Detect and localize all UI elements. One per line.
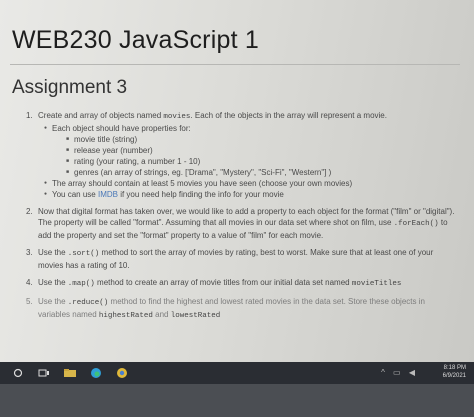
document-screen: WEB230 JavaScript 1 Assignment 3 1. Crea… xyxy=(0,0,474,362)
list-item: You can use IMDB if you need help findin… xyxy=(44,189,456,200)
page-title: WEB230 JavaScript 1 xyxy=(12,26,259,54)
desk-surface xyxy=(0,384,474,417)
code-foreach: .forEach() xyxy=(393,220,439,228)
edge-icon[interactable] xyxy=(88,366,104,380)
list-item: release year (number) xyxy=(66,145,456,156)
clock-time: 8:18 PM xyxy=(443,365,466,371)
list-item: The array should contain at least 5 movi… xyxy=(44,178,456,189)
question-number: 3. xyxy=(26,248,33,257)
code-lowestrated: lowestRated xyxy=(170,312,221,320)
task-view-icon[interactable] xyxy=(36,366,52,380)
question-1: 1. Create and array of objects named mov… xyxy=(26,110,456,200)
code-movietitles: movieTitles xyxy=(351,280,402,288)
clock-date: 6/9/2021 xyxy=(442,373,466,379)
clock[interactable]: 8:18 PM 6/9/2021 xyxy=(443,364,466,380)
assignment-list: 1. Create and array of objects named mov… xyxy=(26,110,456,328)
question-4: 4. Use the .map() method to create an ar… xyxy=(26,277,456,290)
question-number: 4. xyxy=(26,278,33,287)
question-text: Now that digital format has taken over, … xyxy=(38,207,455,240)
list-item: movie title (string) xyxy=(66,134,456,145)
question-number: 2. xyxy=(26,207,33,216)
code-highestrated: highestRated xyxy=(98,312,153,320)
question-text: Use the .sort() method to sort the array… xyxy=(38,248,434,270)
code-sort: .sort() xyxy=(67,250,100,258)
system-tray-icons[interactable]: ^ ▭ ◀ xyxy=(381,368,418,377)
code-reduce: .reduce() xyxy=(67,299,109,307)
title-divider xyxy=(10,64,460,65)
question-number: 5. xyxy=(26,297,33,306)
question-5: 5. Use the .reduce() method to find the … xyxy=(26,296,456,322)
question-2: 2. Now that digital format has taken ove… xyxy=(26,206,456,241)
question-text: Use the .reduce() method to find the hig… xyxy=(38,297,425,320)
list-item: rating (your rating, a number 1 - 10) xyxy=(66,156,456,167)
search-icon[interactable] xyxy=(10,366,26,380)
question-text: Use the .map() method to create an array… xyxy=(38,278,402,288)
imdb-link[interactable]: IMDB xyxy=(98,190,118,199)
taskbar: ^ ▭ ◀ 8:18 PM 6/9/2021 xyxy=(0,362,474,384)
file-explorer-icon[interactable] xyxy=(62,366,78,380)
code-map: .map() xyxy=(67,280,95,288)
list-item: genres (an array of strings, eg. ['Drama… xyxy=(66,167,456,178)
list-item: Each object should have properties for: xyxy=(44,123,456,134)
question-text: Create and array of objects named movies… xyxy=(38,111,387,121)
question-3: 3. Use the .sort() method to sort the ar… xyxy=(26,247,456,271)
code-movies: movies xyxy=(163,113,191,121)
section-heading: Assignment 3 xyxy=(12,77,128,98)
question-number: 1. xyxy=(26,111,33,120)
chrome-icon[interactable] xyxy=(114,366,130,380)
